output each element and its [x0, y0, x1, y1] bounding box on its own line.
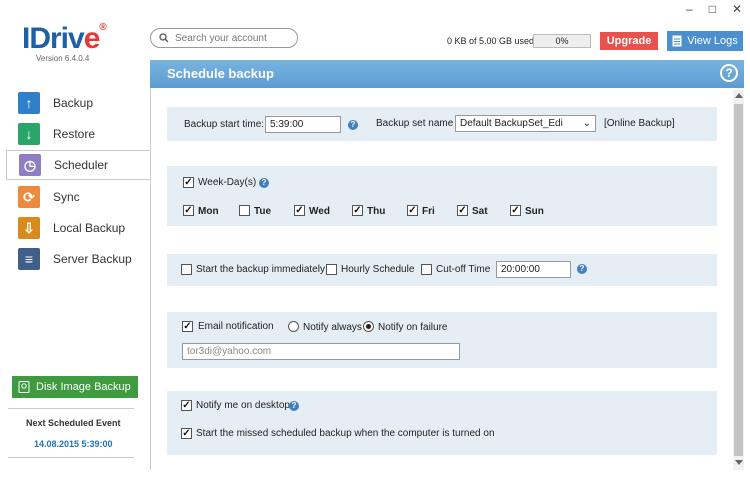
minimize-button[interactable]: –: [686, 2, 693, 16]
notify-desktop-label: Notify me on desktop: [196, 400, 290, 411]
weekdays-label: Week-Day(s): [198, 177, 257, 188]
backup-set-value: Default BackupSet_Edi: [460, 118, 563, 129]
email-field[interactable]: tor3di@yahoo.com: [182, 343, 460, 360]
missed-backup-label: Start the missed scheduled backup when t…: [196, 428, 495, 439]
sidebar-item-label: Scheduler: [54, 158, 109, 172]
window-controls: – □ ✕: [686, 2, 742, 16]
start-time-panel: Backup start time: 5:39:00 ? Backup set …: [167, 107, 717, 141]
missed-backup-checkbox[interactable]: ✓: [181, 428, 192, 439]
view-logs-label: View Logs: [687, 35, 738, 47]
sidebar-item-label: Local Backup: [53, 221, 126, 235]
notify-failure-radio[interactable]: [363, 321, 374, 332]
hourly-checkbox[interactable]: [326, 264, 337, 275]
search-icon: [159, 33, 169, 43]
help-icon[interactable]: ?: [289, 401, 299, 411]
usage-text: 0 KB of 5.00 GB used: [447, 36, 535, 46]
cutoff-checkbox[interactable]: [421, 264, 432, 275]
day-checkbox-fri[interactable]: ✓: [407, 205, 418, 216]
server-backup-icon: ≡: [18, 248, 40, 270]
cutoff-label: Cut-off Time: [436, 264, 491, 275]
help-icon[interactable]: ?: [577, 264, 587, 274]
logs-icon: [672, 35, 682, 47]
day-label: Sat: [472, 206, 488, 217]
email-panel: ✓ Email notification Notify always Notif…: [167, 312, 717, 368]
email-notification-label: Email notification: [198, 321, 274, 332]
next-event-value: 14.08.2015 5:39:00: [34, 439, 113, 449]
start-time-label: Backup start time:: [184, 119, 265, 130]
notify-always-label: Notify always: [303, 322, 362, 333]
day-checkbox-wed[interactable]: ✓: [294, 205, 305, 216]
logo-text: IDriv: [22, 22, 85, 55]
day-checkbox-sat[interactable]: ✓: [457, 205, 468, 216]
day-checkbox-thu[interactable]: ✓: [352, 205, 363, 216]
cutoff-time-input[interactable]: 20:00:00: [496, 261, 571, 278]
sidebar-item-local-backup[interactable]: ⇩ Local Backup: [6, 213, 150, 243]
sidebar-item-label: Restore: [53, 127, 96, 141]
chevron-down-icon: ⌄: [582, 118, 591, 129]
day-label: Sun: [525, 206, 544, 217]
weekdays-panel: ✓ Week-Day(s) ? ✓ Mon Tue ✓ Wed ✓ Thu ✓ …: [167, 166, 717, 226]
start-time-input[interactable]: 5:39:00: [265, 116, 341, 133]
logo-reg: ®: [99, 22, 106, 33]
divider: [8, 457, 134, 458]
sidebar-item-sync[interactable]: ⟳ Sync: [6, 182, 150, 212]
scroll-up-icon[interactable]: [735, 93, 743, 98]
start-immediately-label: Start the backup immediately: [196, 264, 325, 275]
close-button[interactable]: ✕: [732, 2, 742, 16]
restore-icon: ↓: [18, 123, 40, 145]
backup-icon: ↑: [18, 92, 40, 114]
usage-progress: 0%: [533, 34, 591, 48]
view-logs-button[interactable]: View Logs: [667, 31, 743, 51]
scheduler-icon: ◷: [19, 154, 41, 176]
start-immediately-checkbox[interactable]: [181, 264, 192, 275]
disk-image-backup-button[interactable]: Disk Image Backup: [12, 376, 138, 398]
maximize-button[interactable]: □: [709, 2, 716, 16]
options-panel: Start the backup immediately Hourly Sche…: [167, 254, 717, 286]
idrive-logo: IDrive®: [22, 22, 107, 56]
logo-e: e: [83, 22, 101, 55]
help-icon[interactable]: ?: [348, 120, 358, 130]
help-icon[interactable]: ?: [720, 64, 738, 82]
local-backup-icon: ⇩: [18, 217, 40, 239]
day-checkbox-tue[interactable]: [239, 205, 250, 216]
disk-image-label: Disk Image Backup: [36, 381, 131, 393]
sidebar-item-backup[interactable]: ↑ Backup: [6, 88, 150, 118]
scroll-thumb[interactable]: [734, 104, 743, 456]
disk-icon: [18, 381, 30, 393]
sidebar-item-label: Sync: [53, 190, 80, 204]
desktop-panel: ✓ Notify me on desktop ? ✓ Start the mis…: [167, 391, 717, 455]
search-input[interactable]: Search your account: [150, 28, 298, 48]
page-title: Schedule backup: [150, 60, 744, 88]
backup-set-select[interactable]: Default BackupSet_Edi ⌄: [455, 115, 596, 132]
help-icon[interactable]: ?: [259, 178, 269, 188]
next-event-label: Next Scheduled Event: [26, 418, 121, 428]
backup-set-type: [Online Backup]: [604, 118, 675, 129]
notify-failure-label: Notify on failure: [378, 322, 448, 333]
search-placeholder: Search your account: [175, 32, 267, 44]
upgrade-button[interactable]: Upgrade: [600, 32, 658, 50]
day-checkbox-mon[interactable]: ✓: [183, 205, 194, 216]
backup-set-label: Backup set name: [376, 118, 454, 129]
weekdays-checkbox[interactable]: ✓: [183, 177, 194, 188]
day-label: Fri: [422, 206, 435, 217]
hourly-label: Hourly Schedule: [341, 264, 415, 275]
day-label: Wed: [309, 206, 330, 217]
sidebar-item-label: Server Backup: [53, 252, 132, 266]
sidebar-item-scheduler[interactable]: ◷ Scheduler: [6, 150, 151, 180]
notify-always-radio[interactable]: [288, 321, 299, 332]
day-label: Thu: [367, 206, 386, 217]
day-label: Tue: [254, 206, 272, 217]
notify-desktop-checkbox[interactable]: ✓: [181, 400, 192, 411]
day-label: Mon: [198, 206, 219, 217]
sidebar-item-server-backup[interactable]: ≡ Server Backup: [6, 244, 150, 274]
divider: [8, 408, 134, 409]
sidebar-item-label: Backup: [53, 96, 94, 110]
scroll-down-icon[interactable]: [735, 460, 743, 465]
sync-icon: ⟳: [18, 186, 40, 208]
sidebar-item-restore[interactable]: ↓ Restore: [6, 119, 150, 149]
email-notification-checkbox[interactable]: ✓: [182, 321, 193, 332]
day-checkbox-sun[interactable]: ✓: [510, 205, 521, 216]
